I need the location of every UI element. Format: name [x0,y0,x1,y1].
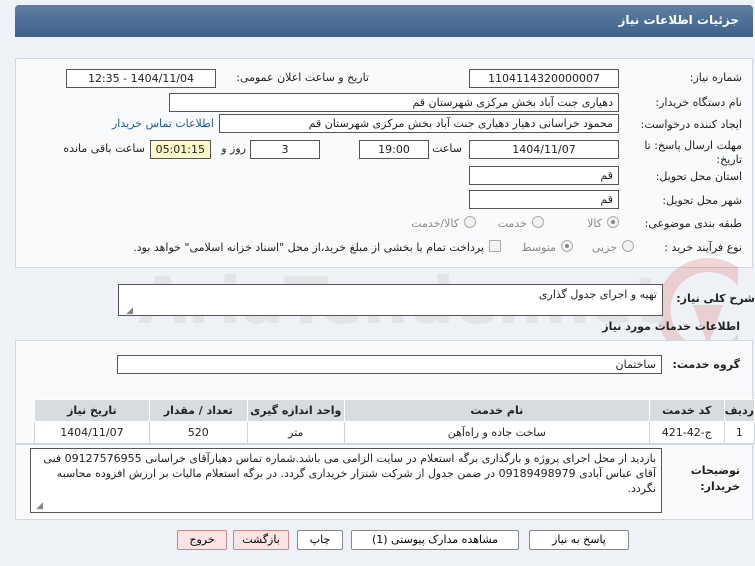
description-panel: شرح کلی نیاز: تهیه و اجرای جدول گذاری ◢ [15,276,755,323]
city-field: قم [469,190,619,209]
col-service-code: کد خدمت [648,399,725,422]
page-title-bar: جزئیات اطلاعات نیاز [15,5,753,37]
days-label: روز و [221,142,246,155]
resize-handle-icon[interactable]: ◢ [123,306,133,316]
cell-row: 1 [723,421,755,444]
process-minor-label: جزیی [591,241,617,254]
deadline-time-label: ساعت [432,142,462,155]
col-row: ردیف [723,399,755,422]
time-remaining-label: ساعت باقی مانده [63,142,145,155]
category-goods-radio[interactable] [607,216,619,228]
service-group-label: گروه خدمت: [672,358,740,371]
buyer-contact-link[interactable]: اطلاعات تماس خریدار [112,117,214,130]
cell-quantity: 520 [148,421,248,444]
description-field: تهیه و اجرای جدول گذاری [118,284,663,316]
creator-field: محمود خراسانی دهیار دهیاری جنت آباد بخش … [219,114,619,133]
reply-button[interactable]: پاسخ به نیاز [529,530,629,550]
cell-service-code: ج-42-421 [648,421,725,444]
table-row: 1 ج-42-421 ساخت جاده و راه‌آهن متر 520 1… [34,421,755,444]
attachments-button[interactable]: مشاهده مدارک پیوستی (1) [351,530,519,550]
category-goods-label: کالا [587,217,602,230]
days-remaining-field: 3 [250,140,320,159]
buyer-notes-field: بازدید از محل اجرای پروژه و بارگذاری برگ… [30,448,662,513]
col-service-name: نام خدمت [343,399,650,422]
description-label: شرح کلی نیاز: [676,292,755,305]
buyer-notes-label: توضیحات خریدار: [690,464,740,493]
need-number-label: شماره نیاز: [689,71,742,84]
deadline-label: مهلت ارسال پاسخ: تا تاریخ: [644,139,742,166]
buyer-notes-panel: توضیحات خریدار: بازدید از محل اجرای پروژ… [15,444,753,520]
service-group-field: ساختمان [117,355,662,374]
category-label: طبقه بندی موضوعی: [644,217,742,230]
category-service-radio[interactable] [532,216,544,228]
cell-unit: متر [246,421,345,444]
services-panel: گروه خدمت: ساختمان ردیف کد خدمت نام خدمت… [15,340,755,444]
print-button[interactable]: چاپ [297,530,343,550]
creator-label: ایجاد کننده درخواست: [640,118,742,131]
notes-resize-handle-icon[interactable]: ◢ [33,501,43,511]
col-unit: واحد اندازه گیری [246,399,345,422]
services-table: ردیف کد خدمت نام خدمت واحد اندازه گیری ت… [34,399,755,444]
announce-date-label: تاریخ و ساعت اعلان عمومی: [236,71,369,84]
deadline-date-field: 1404/11/07 [469,140,619,159]
col-quantity: تعداد / مقدار [148,399,248,422]
treasury-payment-note: پرداخت تمام یا بخشی از مبلغ خرید،از محل … [133,241,484,254]
process-medium-radio[interactable] [561,240,573,252]
need-info-panel: شماره نیاز: 1104114320000007 تاریخ و ساع… [15,58,753,268]
category-service-label: خدمت [497,217,527,230]
back-button[interactable]: بازگشت [233,530,289,550]
need-number-field: 1104114320000007 [469,69,619,88]
services-section-title: اطلاعات خدمات مورد نیاز [602,320,740,333]
province-field: قم [469,166,619,185]
process-type-label: نوع فرآیند خرید : [664,241,742,254]
col-need-date: تاریخ نیاز [34,399,150,422]
category-goods-service-radio[interactable] [464,216,476,228]
cell-need-date: 1404/11/07 [34,421,150,444]
category-goods-service-label: کالا/خدمت [411,217,459,230]
services-table-header: ردیف کد خدمت نام خدمت واحد اندازه گیری ت… [34,399,755,422]
announce-date-field: 1404/11/04 - 12:35 [66,69,216,88]
province-label: استان محل تحویل: [655,170,742,183]
buyer-org-field: دهیاری جنت آباد بخش مرکزی شهرستان قم [169,93,619,112]
buyer-org-label: نام دستگاه خریدار: [655,96,742,109]
process-minor-radio[interactable] [622,240,634,252]
city-label: شهر محل تحویل: [662,194,742,207]
time-remaining-field: 05:01:15 [150,140,211,159]
page-title: جزئیات اطلاعات نیاز [618,13,739,27]
deadline-time-field: 19:00 [359,140,429,159]
exit-button[interactable]: خروج [177,530,227,550]
cell-service-name: ساخت جاده و راه‌آهن [343,421,650,444]
treasury-payment-checkbox[interactable] [489,240,501,252]
process-medium-label: متوسط [521,241,556,254]
